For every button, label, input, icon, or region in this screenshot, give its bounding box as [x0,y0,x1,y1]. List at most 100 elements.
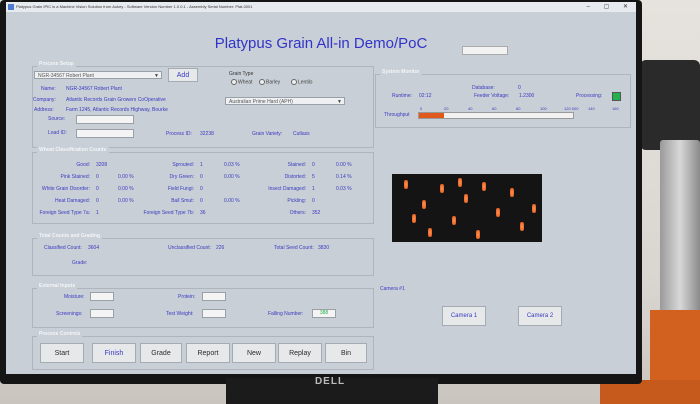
grain-kernel [422,200,426,209]
count-label: Foreign Seed Type 7a: [39,210,91,216]
count-percent: 0.00 % [224,198,240,204]
count-value: 0 [200,198,203,204]
test-weight-input[interactable] [202,309,226,318]
grain-kernel [458,178,462,187]
grain-kernel [440,184,444,193]
camera-label: Camera #1 [380,286,405,292]
count-value: 1 [312,186,315,192]
count-value: 36 [200,210,206,216]
bin-button[interactable]: Bin [325,343,367,363]
count-percent: 0.03 % [336,186,352,192]
database-value: 0 [518,85,521,91]
protein-label: Protein: [178,294,196,300]
test-weight-label: Test Weight: [166,311,194,317]
count-percent: 0.00 % [118,198,134,204]
grain-kernel [412,214,416,223]
panel-title: System Monitor [380,69,422,75]
count-value: 0 [96,174,99,180]
panel-title: Wheat Classification Counts [37,147,109,153]
grain-kernel [476,230,480,239]
unclassified-count-label: Unclassified Count: [168,245,212,251]
replay-button[interactable]: Replay [278,343,322,363]
grade-select[interactable]: Australian Prime Hard (APH) ▼ [225,97,345,105]
name-value: NGR-34567 Robert Plant [66,86,122,92]
grain-kernel [452,216,456,225]
radio-lentils[interactable]: Lentils [291,79,312,85]
classified-count-label: Classified Count: [44,245,82,251]
radio-lentils-label: Lentils [298,79,313,86]
unclassified-count-value: 226 [216,245,225,251]
load-id-input[interactable] [76,129,134,138]
report-button[interactable]: Report [186,343,230,363]
count-label: Dry Green: [169,174,194,180]
company-label: Company: [33,97,56,103]
camera-2-button[interactable]: Camera 2 [518,306,562,326]
radio-barley[interactable]: Barley [259,79,280,85]
panel-title: Total Counts and Grading [37,233,103,239]
grade-button[interactable]: Grade [140,343,182,363]
source-input[interactable] [76,115,134,124]
load-id-label: Load ID: [48,130,67,136]
falling-number-input[interactable]: 388 [312,309,336,318]
count-value: 1 [96,210,99,216]
radio-barley-label: Barley [266,79,281,86]
total-seed-count-value: 3830 [318,245,330,251]
count-value: 0 [312,198,315,204]
count-value: 352 [312,210,321,216]
grain-kernel [482,182,486,191]
grain-kernel [510,188,514,197]
status-box [462,46,508,55]
grain-kernel [532,204,536,213]
moisture-input[interactable] [90,292,114,301]
screenings-input[interactable] [90,309,114,318]
moisture-label: Moisture: [64,294,85,300]
address-label: Address: [34,107,54,113]
grade-select-value: Australian Prime Hard (APH) [229,99,293,105]
radio-icon [291,79,297,85]
scale-tick: 40 [468,106,473,111]
scale-tick: 140 [588,106,595,111]
count-percent: 0.00 % [118,174,134,180]
count-percent: 0.00 % [224,174,240,180]
chevron-down-icon: ▼ [154,73,159,79]
camera-1-button[interactable]: Camera 1 [442,306,486,326]
count-label: Foreign Seed Type 7b: [143,210,195,216]
start-button[interactable]: Start [40,343,84,363]
count-label: Insect Damaged: [268,186,306,192]
grain-kernel [404,180,408,189]
system-monitor-panel: System Monitor [375,69,631,128]
classified-count-value: 3604 [88,245,100,251]
grower-select[interactable]: NGR-34567 Robert Plant ▼ [34,71,162,79]
scale-tick: 100 [540,106,547,111]
scale-tick: 80 [516,106,521,111]
radio-icon [231,79,237,85]
grain-kernel [496,208,500,217]
grain-kernel [464,194,468,203]
count-value: 1 [200,162,203,168]
new-button[interactable]: New [232,343,276,363]
throughput-label: Throughput [384,112,410,118]
count-percent: 0.00 % [118,186,134,192]
camera-feed [392,174,542,242]
monitor-arm-mount [640,60,700,150]
add-button[interactable]: Add [168,68,198,82]
feeder-voltage-value: 1.2300 [519,93,535,99]
app-title: Platypus Grain All-in Demo/PoC [214,35,428,52]
app-icon [8,4,14,10]
count-label: Ball Smut: [171,198,194,204]
runtime-label: Runtime: [392,93,413,99]
finish-button[interactable]: Finish [92,343,136,363]
protein-input[interactable] [202,292,226,301]
count-label: Distorted: [284,174,306,180]
processing-indicator [612,92,621,101]
window-controls[interactable]: – ▢ ✕ [587,2,634,12]
scale-tick: 20 [444,106,449,111]
count-label: Heat Damaged: [54,198,90,204]
window-title: Platypus Grain IPIC is a Machine Vision … [16,4,253,9]
radio-icon [259,79,265,85]
count-label: Good: [76,162,90,168]
radio-wheat[interactable]: Wheat [231,79,252,85]
panel-title: External Inputs [37,283,78,289]
processing-label: Processing: [576,93,603,99]
count-percent: 0.14 % [336,174,352,180]
